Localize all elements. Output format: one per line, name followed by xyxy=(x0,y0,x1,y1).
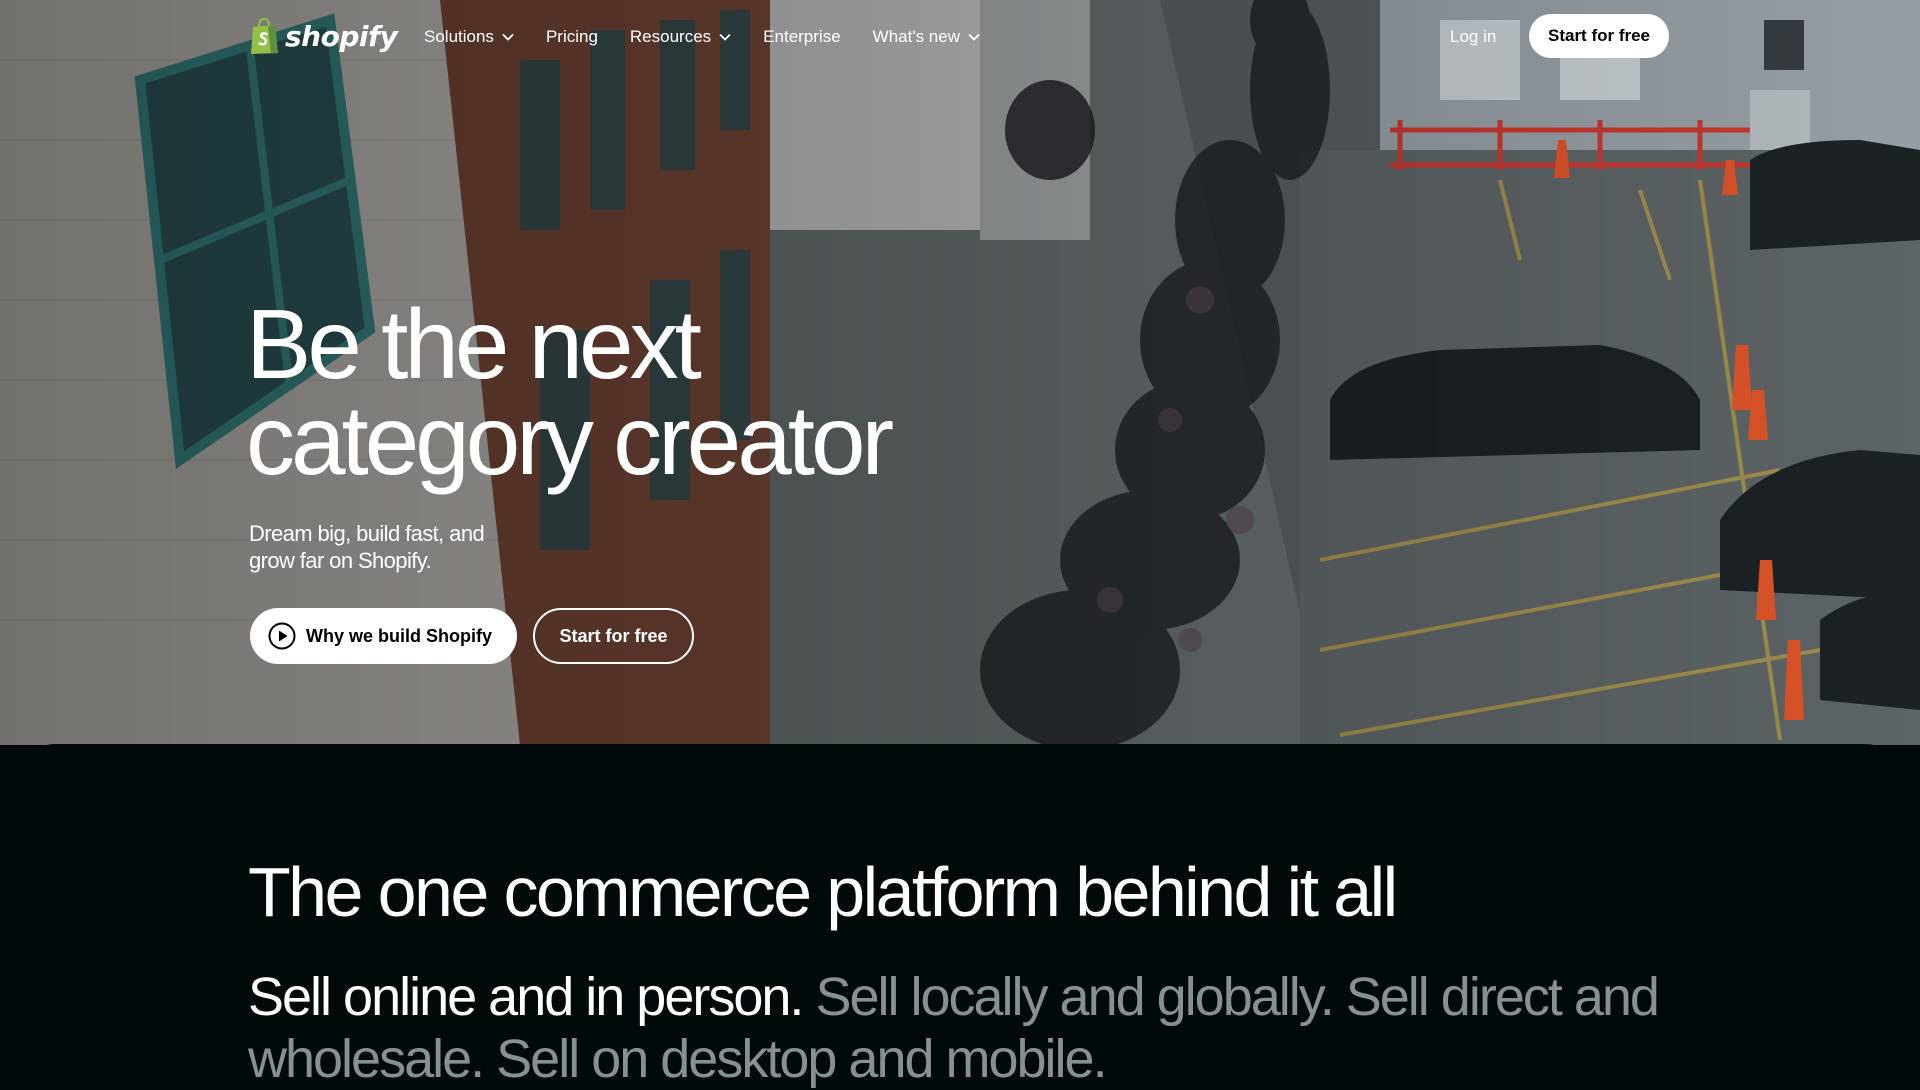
hero-title-line-1: Be the next xyxy=(246,289,702,399)
nav-item-enterprise[interactable]: Enterprise xyxy=(763,27,840,47)
sell-statement: Sell online and in person. Sell locally … xyxy=(248,966,1668,1090)
chevron-down-icon xyxy=(502,33,514,41)
logo-wordmark: shopify xyxy=(285,19,398,53)
top-navigation: shopify Solutions Pricing Resources Ente… xyxy=(0,0,1920,72)
hero-subtitle-line-2: grow far on Shopify. xyxy=(249,548,432,573)
why-we-build-label: Why we build Shopify xyxy=(306,625,492,646)
hero-subtitle: Dream big, build fast, and grow far on S… xyxy=(249,520,549,574)
nav-item-resources[interactable]: Resources xyxy=(630,27,731,47)
hero-subtitle-line-1: Dream big, build fast, and xyxy=(249,521,485,546)
nav-item-label: What's new xyxy=(872,27,960,46)
sell-statement-highlight: Sell online and in person. xyxy=(248,967,804,1027)
nav-item-label: Resources xyxy=(629,27,712,46)
play-icon xyxy=(268,622,296,650)
chevron-down-icon xyxy=(719,33,731,41)
why-we-build-button[interactable]: Why we build Shopify xyxy=(250,608,517,664)
hero-title-line-2: category creator xyxy=(246,385,894,495)
nav-item-solutions[interactable]: Solutions xyxy=(424,27,514,47)
shopping-bag-icon xyxy=(251,17,278,54)
nav-item-pricing[interactable]: Pricing xyxy=(546,27,598,47)
hero-start-for-free-button[interactable]: Start for free xyxy=(533,608,694,664)
chevron-down-icon xyxy=(968,33,980,41)
platform-title: The one commerce platform behind it all xyxy=(248,853,1398,931)
nav-item-label: Enterprise xyxy=(763,27,841,46)
platform-section: The one commerce platform behind it all … xyxy=(0,744,1920,1089)
login-link[interactable]: Log in xyxy=(1450,22,1496,52)
hero-title: Be the next category creator xyxy=(246,295,1006,489)
nav-links: Solutions Pricing Resources Enterprise W… xyxy=(424,22,980,52)
nav-item-whats-new[interactable]: What's new xyxy=(873,27,980,47)
nav-item-label: Pricing xyxy=(545,27,598,46)
shopify-logo[interactable]: shopify xyxy=(249,16,398,56)
nav-item-label: Solutions xyxy=(424,27,494,46)
start-for-free-button[interactable]: Start for free xyxy=(1529,14,1669,58)
